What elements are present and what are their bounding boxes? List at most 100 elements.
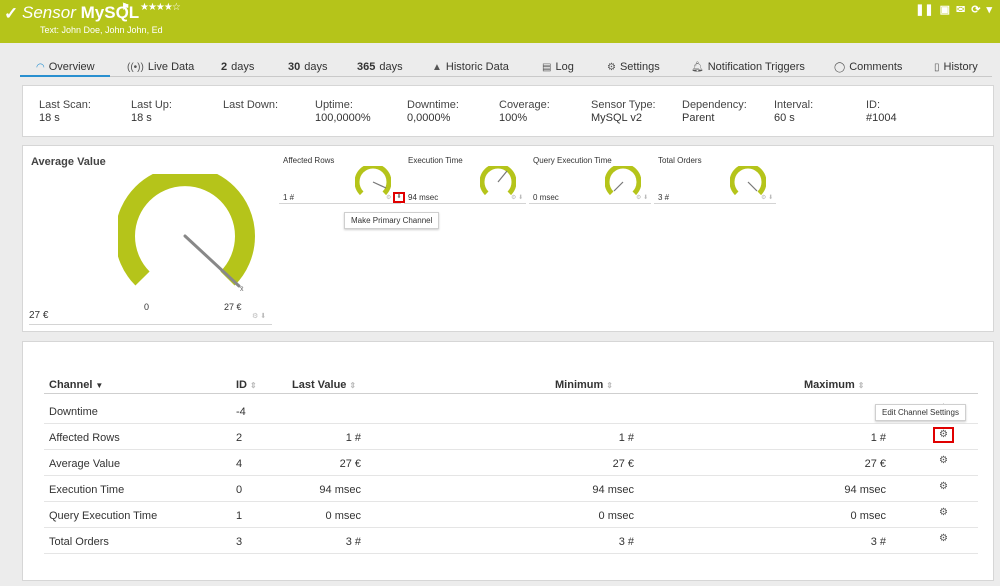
report-icon[interactable]: ▣	[940, 4, 950, 16]
tabs-divider	[20, 76, 992, 77]
cell-id: 3	[236, 536, 243, 548]
header-label: Channel	[49, 379, 93, 391]
tab-365-days[interactable]: 365 days	[357, 61, 403, 73]
tab-label: Log	[555, 61, 574, 73]
dropdown-icon[interactable]: ▾	[986, 4, 992, 16]
pin-icon[interactable]: ⬇	[518, 195, 523, 201]
tab-historic-data[interactable]: ▲ Historic Data	[432, 61, 509, 73]
gear-icon[interactable]: ⚙	[386, 195, 391, 201]
flag-icon[interactable]: ⚑	[121, 2, 130, 13]
gear-icon[interactable]: ⚙	[636, 195, 641, 201]
tab-num: 365	[357, 61, 376, 73]
gauge-value: 0 msec	[533, 193, 559, 202]
info-label: Downtime:	[407, 99, 459, 111]
tab-live-data[interactable]: ((•)) Live Data	[127, 61, 194, 73]
edit-channel-icon[interactable]: ⚙	[939, 455, 948, 466]
tab-label: History	[943, 61, 978, 73]
gear-icon[interactable]: ⚙	[252, 313, 258, 320]
cell-last-value: 0 msec	[325, 510, 361, 522]
cell-minimum: 27 €	[612, 458, 634, 470]
info-value: MySQL v2	[591, 112, 642, 124]
tab-label: Live Data	[147, 61, 195, 73]
pin-icon[interactable]: ⬇	[643, 195, 648, 201]
header-label: Last Value	[292, 379, 347, 391]
col-header-channel[interactable]: Channel ▼	[49, 379, 103, 391]
header-label: ID	[236, 379, 247, 391]
tab-log[interactable]: ▤ Log	[542, 61, 574, 73]
cell-channel: Affected Rows	[49, 432, 120, 444]
edit-channel-icon[interactable]: ⚙	[939, 481, 948, 492]
tab-30-days[interactable]: 30 days	[288, 61, 328, 73]
email-icon[interactable]: ✉	[956, 4, 965, 16]
sensor-info-panel: Last Scan: 18 s Last Up: 18 s Last Down: U…	[22, 85, 994, 137]
pin-icon[interactable]: ⬇	[768, 195, 773, 201]
info-label: Last Down:	[223, 99, 279, 111]
edit-channel-icon[interactable]: ⚙	[939, 507, 948, 518]
table-row[interactable]: Execution Time 0 94 msec 94 msec 94 msec…	[44, 476, 978, 502]
gauge-title: Execution Time	[408, 156, 463, 165]
gauge-divider	[404, 203, 526, 204]
table-row[interactable]: Average Value 4 27 € 27 € 27 € ⚙	[44, 450, 978, 476]
info-last-down: Last Down:	[223, 99, 278, 112]
primary-gauge	[118, 174, 255, 288]
edit-channel-icon[interactable]: ⚙	[939, 533, 948, 544]
sort-icon: ⇕	[606, 381, 613, 390]
make-primary-button[interactable]: ⬇	[393, 192, 405, 203]
gear-icon[interactable]: ⚙	[761, 195, 766, 201]
col-header-minimum[interactable]: Minimum ⇕	[555, 379, 613, 391]
cell-maximum: 27 €	[864, 458, 886, 470]
gauge-query-execution-time: Query Execution Time 0 msec ⚙ ⬇	[529, 156, 653, 206]
pin-icon[interactable]: ⬇	[260, 313, 266, 320]
cell-minimum: 0 msec	[598, 510, 634, 522]
cell-channel: Query Execution Time	[49, 510, 158, 522]
table-header-divider	[44, 393, 978, 394]
live-data-icon: ((•))	[127, 62, 144, 73]
table-row[interactable]: Affected Rows 2 1 # 1 # 1 # ⚙	[44, 424, 978, 450]
edit-channel-settings-highlight[interactable]	[933, 427, 954, 443]
tab-settings[interactable]: ⚙ Settings	[607, 61, 660, 73]
tab-notification-triggers[interactable]: 🔔︎ Notification Triggers	[691, 61, 805, 73]
header-label: Minimum	[555, 379, 604, 391]
col-header-last-value[interactable]: Last Value ⇕	[292, 379, 356, 391]
gauge-value: 94 msec	[408, 193, 439, 202]
info-label: Last Scan:	[39, 99, 91, 111]
priority-stars[interactable]: ★★★★☆	[140, 2, 181, 13]
table-row[interactable]: Total Orders 3 3 # 3 # 3 # ⚙	[44, 528, 978, 554]
tab-2-days[interactable]: 2 days	[221, 61, 254, 73]
tab-num: 2	[221, 61, 228, 73]
cell-last-value: 1 #	[345, 432, 361, 444]
gear-icon[interactable]: ⚙	[511, 195, 516, 201]
pause-icon[interactable]: ❚❚	[915, 4, 933, 16]
cell-maximum: 94 msec	[844, 484, 886, 496]
table-row[interactable]: Query Execution Time 1 0 msec 0 msec 0 m…	[44, 502, 978, 528]
info-value: #1004	[866, 112, 897, 124]
cell-channel: Downtime	[49, 406, 98, 418]
make-primary-tooltip: Make Primary Channel	[344, 212, 440, 229]
check-icon: ✓	[4, 4, 19, 23]
gauge-actions: ⚙ ⬇	[511, 194, 523, 201]
tab-history[interactable]: ▯ History	[934, 61, 978, 73]
refresh-icon[interactable]: ⟳	[971, 4, 980, 16]
info-coverage: Coverage: 100%	[499, 99, 550, 125]
gear-icon: ⚙	[607, 62, 616, 73]
tab-comments[interactable]: ◯ Comments	[834, 61, 902, 73]
gauge-value: 3 #	[658, 193, 670, 202]
cell-id: 2	[236, 432, 243, 444]
col-header-id[interactable]: ID ⇕	[236, 379, 257, 391]
gauge-divider	[654, 203, 776, 204]
table-row[interactable]: Downtime -4 ⚙	[44, 398, 978, 424]
title-name: MySQL	[80, 3, 140, 22]
tab-overview[interactable]: ◠ Overview	[36, 61, 95, 73]
title-prefix: Sensor	[22, 3, 76, 22]
info-value: 100%	[499, 112, 528, 124]
cell-channel: Execution Time	[49, 484, 125, 496]
tab-num: 30	[288, 61, 301, 73]
cell-minimum: 1 #	[618, 432, 634, 444]
overview-icon: ◠	[36, 62, 45, 73]
info-sensor-type: Sensor Type: MySQL v2	[591, 99, 656, 125]
primary-gauge-max: 27 €	[224, 302, 242, 312]
average-marker: x̄	[240, 286, 244, 293]
channel-table-panel: Channel ▼ ID ⇕ Last Value ⇕ Minimum ⇕ Maximu…	[22, 341, 994, 581]
col-header-maximum[interactable]: Maximum ⇕	[804, 379, 864, 391]
sensor-header: ✓ Sensor MySQL ⚑ ★★★★☆ Text: John Doe, J…	[0, 0, 1000, 43]
